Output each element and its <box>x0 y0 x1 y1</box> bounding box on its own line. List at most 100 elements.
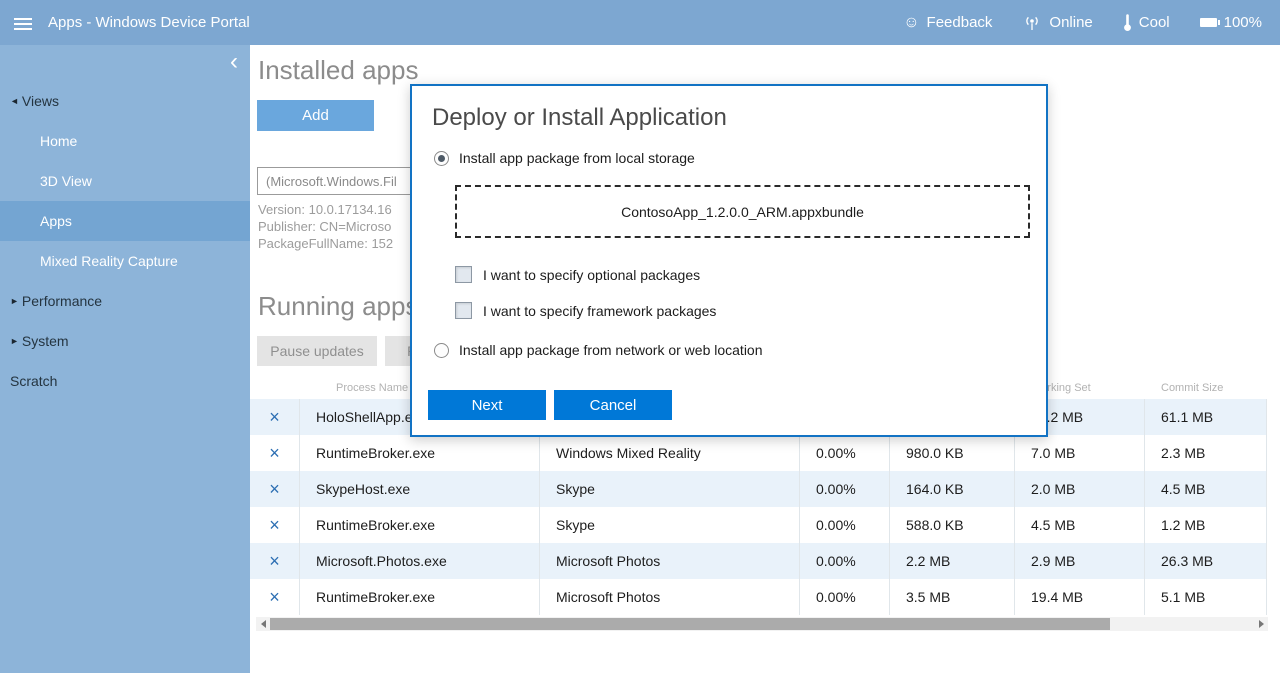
radio-install-local-row[interactable]: Install app package from local storage <box>434 150 695 166</box>
app-metadata: Version: 10.0.17134.16 Publisher: CN=Mic… <box>258 201 393 252</box>
sidebar-item-label: Mixed Reality Capture <box>40 253 178 269</box>
sidebar-item-label: Performance <box>22 293 102 309</box>
horizontal-scrollbar[interactable] <box>256 617 1268 631</box>
cell-process-name: RuntimeBroker.exe <box>300 579 540 615</box>
cell-app-name: Windows Mixed Reality <box>540 435 800 471</box>
feedback-label: Feedback <box>927 14 993 31</box>
thermal-label: Cool <box>1139 14 1170 31</box>
scroll-right-arrow-icon[interactable] <box>1254 617 1268 631</box>
cell-working-set: 2.0 MB <box>1015 471 1145 507</box>
sidebar-item-performance[interactable]: ►Performance <box>0 281 250 321</box>
cell-cpu: 0.00% <box>800 579 890 615</box>
sidebar-item-views[interactable]: ◄Views <box>0 81 250 121</box>
cell-memory: 2.2 MB <box>890 543 1015 579</box>
cell-commit-size: 5.1 MB <box>1145 579 1267 615</box>
cell-process-name: RuntimeBroker.exe <box>300 435 540 471</box>
kill-app-button[interactable]: × <box>250 471 300 507</box>
connection-status[interactable]: Online <box>1022 14 1092 31</box>
selected-file-name: ContosoApp_1.2.0.0_ARM.appxbundle <box>621 204 864 220</box>
online-label: Online <box>1049 14 1092 31</box>
cancel-button[interactable]: Cancel <box>554 390 672 420</box>
sidebar-item-apps[interactable]: Apps <box>0 201 250 241</box>
battery-icon <box>1200 18 1217 27</box>
cell-app-name: Microsoft Photos <box>540 579 800 615</box>
cell-memory: 3.5 MB <box>890 579 1015 615</box>
radio-install-network-row[interactable]: Install app package from network or web … <box>434 342 763 358</box>
installed-app-selector-value: (Microsoft.Windows.Fil <box>266 174 397 189</box>
cell-commit-size: 1.2 MB <box>1145 507 1267 543</box>
cell-app-name: Skype <box>540 471 800 507</box>
radio-install-network-label: Install app package from network or web … <box>459 342 763 358</box>
cell-cpu: 0.00% <box>800 543 890 579</box>
sidebar-item-mixed-reality-capture[interactable]: Mixed Reality Capture <box>0 241 250 281</box>
framework-packages-label: I want to specify framework packages <box>483 303 716 319</box>
app-packagefullname-text: PackageFullName: 152 <box>258 235 393 252</box>
optional-packages-checkbox[interactable] <box>455 266 472 283</box>
thermal-status[interactable]: Cool <box>1123 14 1170 32</box>
kill-app-button[interactable]: × <box>250 507 300 543</box>
kill-app-button[interactable]: × <box>250 579 300 615</box>
sidebar-item-label: Views <box>22 93 59 109</box>
online-signal-icon <box>1022 15 1042 31</box>
thermometer-icon <box>1123 14 1132 32</box>
scrollbar-thumb[interactable] <box>270 618 1110 630</box>
sidebar-nav: ◄Views Home 3D View Apps Mixed Reality Captu… <box>0 81 250 401</box>
cell-memory: 980.0 KB <box>890 435 1015 471</box>
cell-app-name: Skype <box>540 507 800 543</box>
kill-app-button[interactable]: × <box>250 399 300 435</box>
scrollbar-track[interactable] <box>270 617 1254 631</box>
cell-app-name: Microsoft Photos <box>540 543 800 579</box>
table-row: ×RuntimeBroker.exeSkype0.00%588.0 KB4.5 … <box>250 507 1267 543</box>
optional-packages-label: I want to specify optional packages <box>483 267 700 283</box>
deploy-install-dialog: Deploy or Install Application Install ap… <box>410 84 1048 437</box>
feedback-button[interactable]: ☺ Feedback <box>903 14 992 31</box>
sidebar-item-label: Home <box>40 133 77 149</box>
feedback-smiley-icon: ☺ <box>903 15 919 31</box>
sidebar-item-label: Scratch <box>10 373 57 389</box>
sidebar-item-system[interactable]: ►System <box>0 321 250 361</box>
cell-commit-size: 26.3 MB <box>1145 543 1267 579</box>
radio-unselected-icon[interactable] <box>434 343 449 358</box>
battery-status[interactable]: 100% <box>1200 14 1262 31</box>
pause-updates-button[interactable]: Pause updates <box>257 336 377 366</box>
framework-packages-row[interactable]: I want to specify framework packages <box>455 302 716 319</box>
menu-icon[interactable] <box>14 15 32 33</box>
cell-working-set: 7.0 MB <box>1015 435 1145 471</box>
cell-working-set: 4.5 MB <box>1015 507 1145 543</box>
app-window: Apps - Windows Device Portal ☺ Feedback … <box>0 0 1280 673</box>
sidebar-item-scratch[interactable]: Scratch <box>0 361 250 401</box>
app-publisher-text: Publisher: CN=Microso <box>258 218 393 235</box>
radio-selected-icon[interactable] <box>434 151 449 166</box>
add-button[interactable]: Add <box>257 100 374 131</box>
col-commit-size[interactable]: Commit Size <box>1145 377 1267 399</box>
tree-toggle-icon: ► <box>10 296 19 306</box>
app-version-text: Version: 10.0.17134.16 <box>258 201 393 218</box>
optional-packages-row[interactable]: I want to specify optional packages <box>455 266 700 283</box>
cell-memory: 164.0 KB <box>890 471 1015 507</box>
sidebar-collapse-button[interactable]: ‹ <box>230 51 238 73</box>
sidebar-item-label: System <box>22 333 69 349</box>
running-apps-heading: Running apps <box>258 291 418 322</box>
page-title: Apps - Windows Device Portal <box>48 0 250 45</box>
cell-process-name: SkypeHost.exe <box>300 471 540 507</box>
sidebar: ‹ ◄Views Home 3D View Apps Mixed Reality Cap… <box>0 45 250 673</box>
cell-memory: 588.0 KB <box>890 507 1015 543</box>
sidebar-item-3d-view[interactable]: 3D View <box>0 161 250 201</box>
table-row: ×Microsoft.Photos.exeMicrosoft Photos0.0… <box>250 543 1267 579</box>
scroll-left-arrow-icon[interactable] <box>256 617 270 631</box>
cell-cpu: 0.00% <box>800 471 890 507</box>
col-kill <box>250 377 300 399</box>
cell-working-set: 19.4 MB <box>1015 579 1145 615</box>
sidebar-item-label: Apps <box>40 213 72 229</box>
table-row: ×SkypeHost.exeSkype0.00%164.0 KB2.0 MB4.… <box>250 471 1267 507</box>
file-dropzone[interactable]: ContosoApp_1.2.0.0_ARM.appxbundle <box>455 185 1030 238</box>
sidebar-item-home[interactable]: Home <box>0 121 250 161</box>
radio-install-local-label: Install app package from local storage <box>459 150 695 166</box>
framework-packages-checkbox[interactable] <box>455 302 472 319</box>
topbar-status-area: ☺ Feedback Online Cool 100 <box>903 0 1262 45</box>
kill-app-button[interactable]: × <box>250 543 300 579</box>
kill-app-button[interactable]: × <box>250 435 300 471</box>
cell-cpu: 0.00% <box>800 507 890 543</box>
next-button[interactable]: Next <box>428 390 546 420</box>
cell-commit-size: 2.3 MB <box>1145 435 1267 471</box>
